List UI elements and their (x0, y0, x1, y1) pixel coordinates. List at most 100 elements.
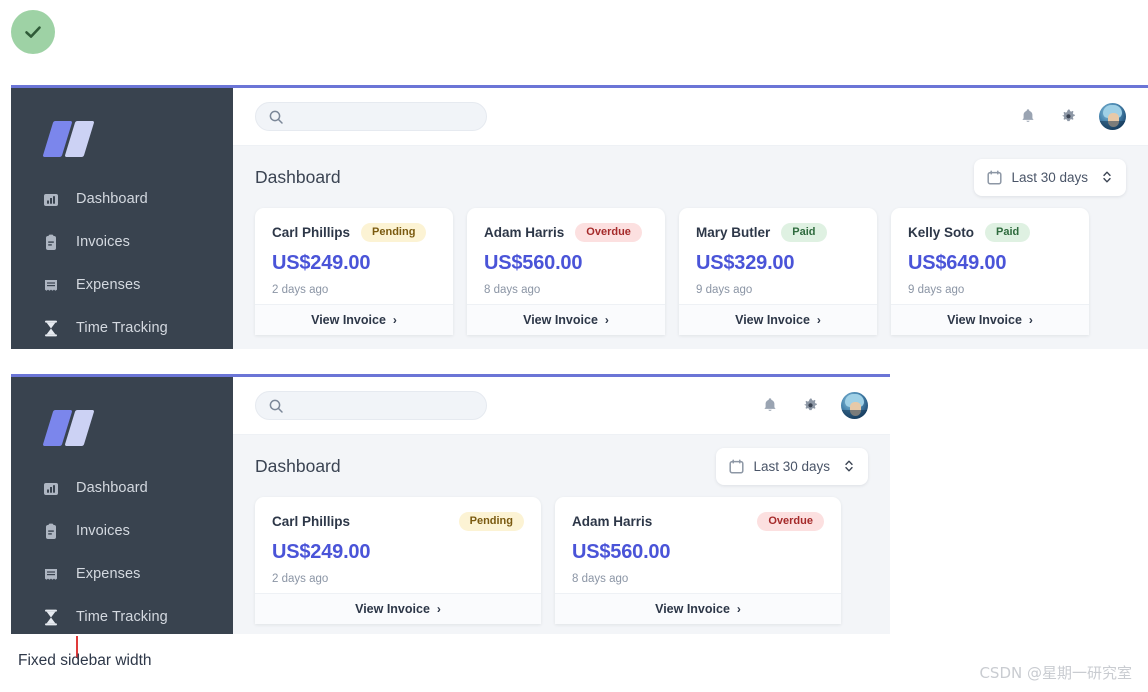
success-check-badge (11, 10, 55, 54)
sidebar-item-label: Dashboard (76, 191, 148, 208)
sidebar-item-label: Invoices (76, 523, 130, 540)
view-invoice-link[interactable]: View Invoice › (255, 593, 541, 624)
chevron-updown-icon[interactable] (1101, 169, 1113, 185)
gear-icon[interactable] (1059, 108, 1077, 126)
invoice-age: 9 days ago (908, 284, 965, 296)
sidebar-item-dashboard[interactable]: Dashboard (11, 178, 233, 221)
receipt-icon (42, 277, 59, 295)
annotation-label: Fixed sidebar width (18, 652, 152, 669)
date-range-label: Last 30 days (753, 458, 830, 474)
view-invoice-link[interactable]: View Invoice › (467, 304, 665, 335)
sidebar-item-dashboard[interactable]: Dashboard (11, 467, 233, 510)
check-icon (21, 20, 45, 44)
hourglass-icon (42, 609, 59, 627)
customer-name: Carl Phillips (272, 225, 351, 240)
sidebar-item-time-tracking[interactable]: Time Tracking (11, 596, 233, 634)
chevron-updown-icon[interactable] (843, 458, 855, 474)
invoice-card[interactable]: Carl Phillips Pending US$249.00 2 days ago V… (255, 497, 541, 624)
invoice-card-list: Carl Phillips Pending US$249.00 2 days ago V… (255, 208, 1126, 335)
topbar (233, 377, 890, 435)
sidebar-item-invoices[interactable]: Invoices (11, 510, 233, 553)
invoice-amount: US$560.00 (572, 541, 671, 563)
topbar (233, 88, 1148, 146)
view-invoice-link[interactable]: View Invoice › (255, 304, 453, 335)
bar-chart-icon (42, 480, 59, 498)
date-range-selector[interactable]: Last 30 days (716, 447, 868, 485)
invoice-amount: US$649.00 (908, 252, 1007, 274)
invoice-card-body: Adam Harris Overdue US$560.00 8 days ago (467, 208, 665, 304)
invoice-card-list: Carl Phillips Pending US$249.00 2 days ago V… (255, 497, 868, 624)
sidebar: Dashboard Invoices Expenses Time Trackin… (11, 88, 233, 349)
sidebar-item-expenses[interactable]: Expenses (11, 264, 233, 307)
date-range-selector[interactable]: Last 30 days (974, 158, 1126, 196)
invoice-card-header: Mary Butler Paid (696, 223, 860, 242)
search-input[interactable] (292, 109, 462, 124)
calendar-icon (729, 458, 744, 474)
status-badge: Paid (781, 223, 827, 242)
invoice-card[interactable]: Mary Butler Paid US$329.00 9 days ago View I… (679, 208, 877, 335)
gear-icon[interactable] (801, 397, 819, 415)
invoice-age: 8 days ago (572, 573, 629, 585)
status-badge: Overdue (757, 512, 824, 531)
invoice-card[interactable]: Carl Phillips Pending US$249.00 2 days ago V… (255, 208, 453, 335)
view-invoice-link[interactable]: View Invoice › (679, 304, 877, 335)
content-area: Dashboard Last 30 days Carl Phillips Pen… (233, 377, 890, 634)
invoice-amount: US$329.00 (696, 252, 795, 274)
content-area: Dashboard Last 30 days Carl Phillips Pen… (233, 88, 1148, 349)
sidebar-item-label: Time Tracking (76, 320, 168, 337)
sidebar-item-time-tracking[interactable]: Time Tracking (11, 307, 233, 349)
invoice-card[interactable]: Kelly Soto Paid US$649.00 9 days ago View In… (891, 208, 1089, 335)
sidebar: Dashboard Invoices Expenses Time Trackin… (11, 377, 233, 634)
search-box[interactable] (255, 102, 487, 131)
dashboard-header: Dashboard Last 30 days (255, 146, 1126, 208)
topbar-actions (761, 392, 868, 419)
sidebar-item-label: Expenses (76, 566, 141, 583)
chevron-right-icon: › (816, 313, 821, 327)
status-badge: Overdue (575, 223, 642, 242)
screenshot-root: Dashboard Invoices Expenses Time Trackin… (0, 0, 1148, 692)
search-box[interactable] (255, 391, 487, 420)
clipboard-icon (42, 523, 59, 541)
receipt-icon (42, 566, 59, 584)
invoice-age: 2 days ago (272, 573, 329, 585)
view-invoice-label: View Invoice (355, 602, 430, 616)
view-invoice-link[interactable]: View Invoice › (555, 593, 841, 624)
main-content: Dashboard Last 30 days Carl Phillips Pen… (233, 146, 1148, 349)
invoice-card-header: Kelly Soto Paid (908, 223, 1072, 242)
sidebar-nav: Dashboard Invoices Expenses Time Trackin… (11, 178, 233, 349)
invoice-age: 2 days ago (272, 284, 329, 296)
chevron-right-icon: › (604, 313, 609, 327)
invoice-card-header: Carl Phillips Pending (272, 223, 436, 242)
avatar[interactable] (1099, 103, 1126, 130)
view-invoice-link[interactable]: View Invoice › (891, 304, 1089, 335)
customer-name: Adam Harris (572, 514, 653, 529)
customer-name: Mary Butler (696, 225, 771, 240)
invoice-card[interactable]: Adam Harris Overdue US$560.00 8 days ago Vie… (555, 497, 841, 624)
sidebar-item-label: Dashboard (76, 480, 148, 497)
view-invoice-label: View Invoice (655, 602, 730, 616)
chevron-right-icon: › (392, 313, 397, 327)
sidebar-item-expenses[interactable]: Expenses (11, 553, 233, 596)
bell-icon[interactable] (761, 397, 779, 415)
invoice-amount: US$249.00 (272, 541, 371, 563)
invoice-card-body: Mary Butler Paid US$329.00 9 days ago (679, 208, 877, 304)
invoice-card-body: Adam Harris Overdue US$560.00 8 days ago (555, 497, 841, 593)
status-badge: Pending (458, 512, 524, 531)
invoice-age: 9 days ago (696, 284, 753, 296)
invoice-card-body: Carl Phillips Pending US$249.00 2 days ago (255, 208, 453, 304)
bar-chart-icon (42, 191, 59, 209)
main-content: Dashboard Last 30 days Carl Phillips Pen… (233, 435, 890, 634)
status-badge: Pending (361, 223, 427, 242)
page-title: Dashboard (255, 455, 341, 476)
bell-icon[interactable] (1019, 108, 1037, 126)
view-invoice-label: View Invoice (947, 313, 1022, 327)
logo-mark (42, 121, 95, 157)
sidebar-item-invoices[interactable]: Invoices (11, 221, 233, 264)
search-input[interactable] (292, 398, 462, 413)
view-invoice-label: View Invoice (735, 313, 810, 327)
invoice-card[interactable]: Adam Harris Overdue US$560.00 8 days ago Vie… (467, 208, 665, 335)
status-badge: Paid (985, 223, 1031, 242)
invoice-card-body: Kelly Soto Paid US$649.00 9 days ago (891, 208, 1089, 304)
sidebar-nav: Dashboard Invoices Expenses Time Trackin… (11, 467, 233, 634)
avatar[interactable] (841, 392, 868, 419)
